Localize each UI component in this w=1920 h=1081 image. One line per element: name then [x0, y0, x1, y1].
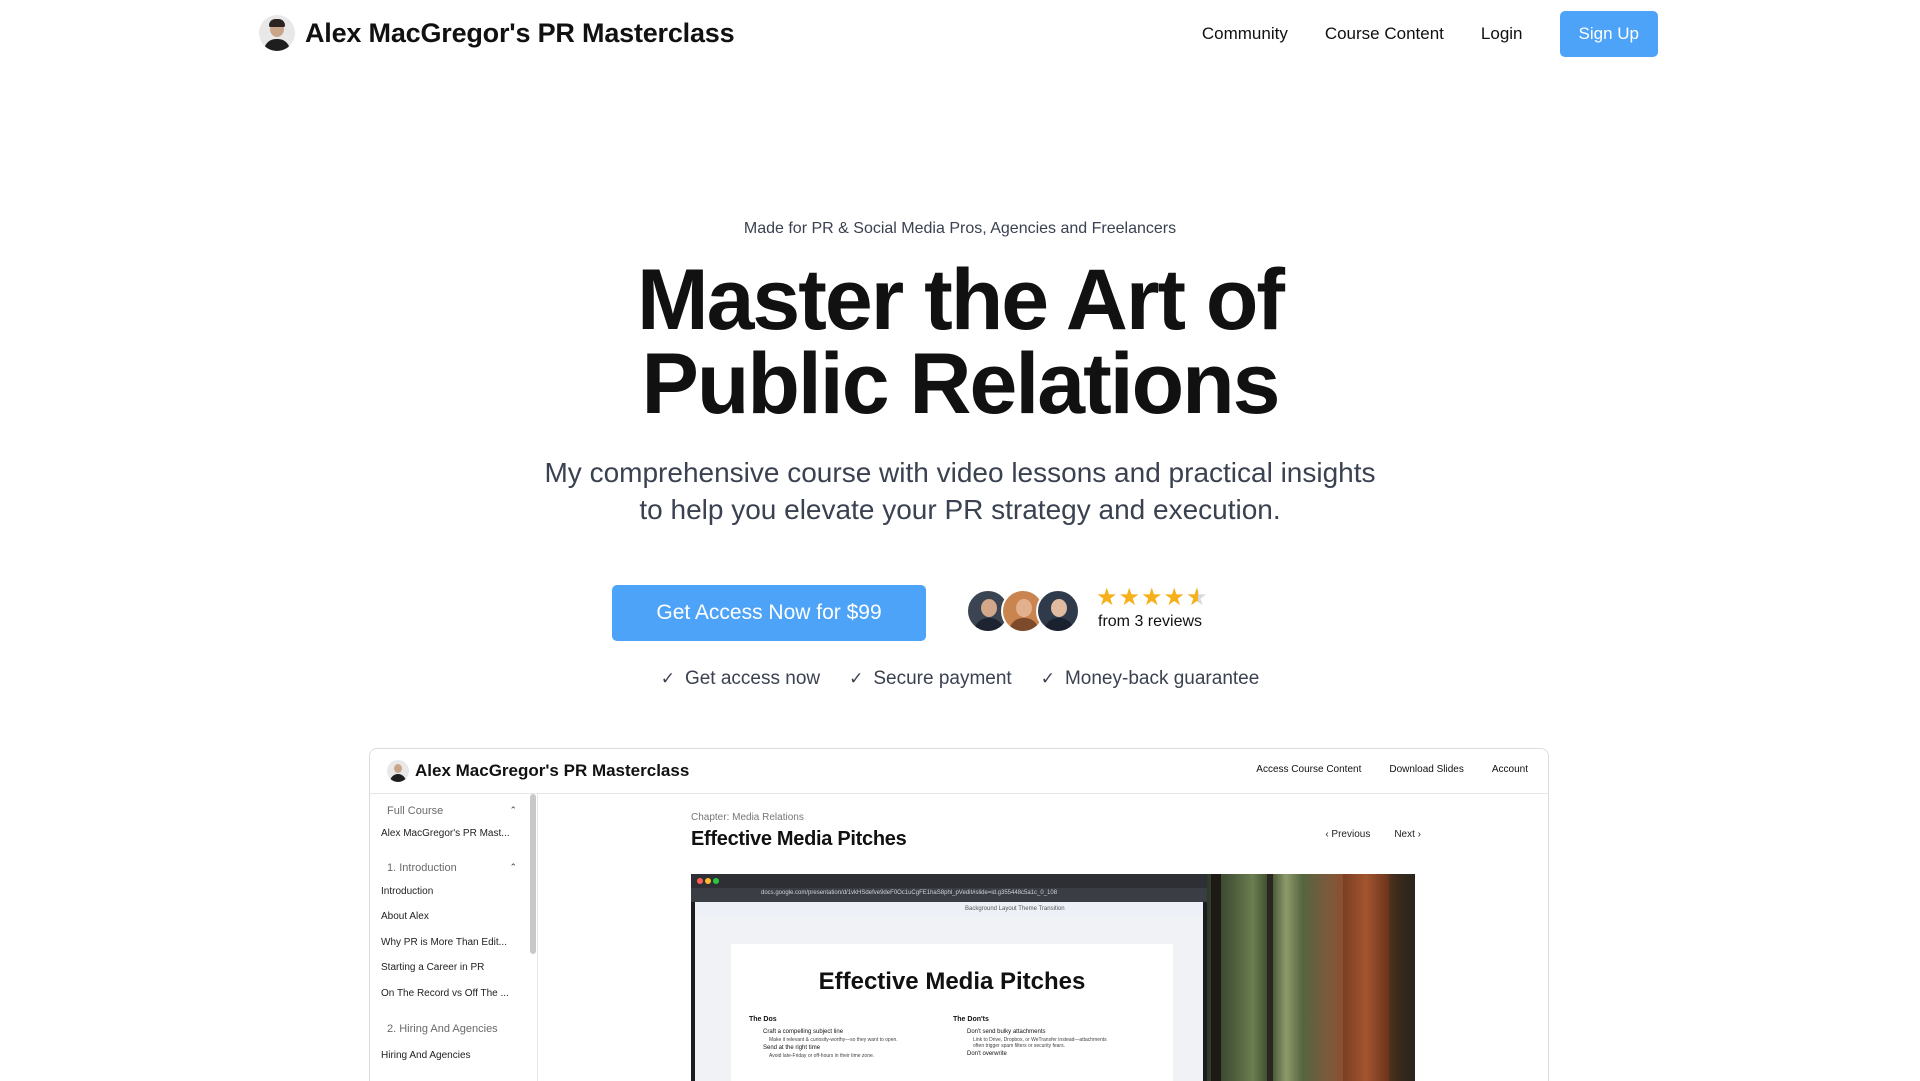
preview-main: Chapter: Media Relations Effective Media… [538, 794, 1548, 1081]
sidebar-item: Introduction [381, 886, 434, 897]
hero-subtitle-line2: to help you elevate your PR strategy and… [639, 494, 1281, 525]
avatar [259, 15, 295, 51]
sidebar-section-title: Full Course [387, 805, 444, 817]
sidebar-item: Starting a Career in PR [381, 962, 485, 973]
brand-title: Alex MacGregor's PR Masterclass [305, 17, 735, 48]
slide-dos-sub: Avoid late-Friday or off-hours in their … [769, 1053, 875, 1059]
nav-community[interactable]: Community [1202, 11, 1288, 57]
chevron-up-icon: ⌃ [509, 862, 517, 872]
preview-nav: Access Course Content Download Slides Ac… [1256, 764, 1528, 775]
feature-item: ✓ Secure payment [849, 668, 1012, 690]
preview-brand-title: Alex MacGregor's PR Masterclass [415, 761, 690, 780]
sidebar-scrollbar [530, 794, 536, 954]
slide-donts-item: Don't overwrite [967, 1051, 1007, 1057]
slide-dos-item: Craft a compelling subject line [763, 1029, 844, 1035]
hero-title-line1: Master the Art of [636, 252, 1285, 348]
feature-item: ✓ Get access now [661, 668, 820, 690]
slide-donts-sub: Link to Drive, Dropbox, or WeTransfer in… [973, 1037, 1107, 1049]
check-icon: ✓ [660, 669, 675, 688]
site-header: Alex MacGregor's PR Masterclass Communit… [0, 0, 1920, 68]
preview-brand: Alex MacGregor's PR Masterclass [387, 760, 689, 782]
reviews-count: from 3 reviews [1098, 613, 1203, 630]
lesson-title: Effective Media Pitches [691, 828, 907, 850]
sidebar-section-title: 2. Hiring And Agencies [387, 1023, 498, 1035]
sidebar-section: 2. Hiring And Agencies [387, 1023, 517, 1035]
rating-stars-icon: ★★★★★ ★ [1096, 584, 1209, 611]
browser-url: docs.google.com/presentation/d/1vkHSdefv… [761, 890, 1058, 896]
sidebar-section-title: 1. Introduction [387, 862, 457, 874]
sidebar-item: Alex MacGregor's PR Mast... [381, 828, 510, 839]
check-icon: ✓ [1040, 669, 1055, 688]
preview-nav-download-slides: Download Slides [1389, 764, 1464, 775]
browser-url-bar: docs.google.com/presentation/d/1vkHSdefv… [691, 888, 1207, 902]
reviewer-avatar [1036, 589, 1080, 633]
slide-donts-item: Don't send bulky attachments [967, 1029, 1046, 1035]
hero-subtitle: My comprehensive course with video lesso… [0, 454, 1920, 528]
forest-background-image [1207, 874, 1415, 1081]
sidebar-section: 1. Introduction ⌃ [387, 862, 517, 874]
top-nav: Community Course Content Login Sign Up [1165, 11, 1658, 57]
previous-link: ‹ Previous [1325, 829, 1371, 840]
slide-title: Effective Media Pitches [818, 968, 1086, 995]
feature-item: ✓ Money-back guarantee [1041, 668, 1260, 690]
lesson-pager: ‹ Previous Next › [1325, 829, 1421, 840]
browser-tab-bar [691, 874, 1207, 888]
course-preview: Alex MacGregor's PR Masterclass Access C… [369, 748, 1549, 1081]
brand-link[interactable]: Alex MacGregor's PR Masterclass [259, 15, 735, 51]
hero-eyebrow: Made for PR & Social Media Pros, Agencie… [743, 220, 1177, 237]
feature-list: ✓ Get access now ✓ Secure payment ✓ Mone… [0, 668, 1920, 690]
preview-header: Alex MacGregor's PR Masterclass Access C… [370, 749, 1548, 794]
feature-label: Money-back guarantee [1064, 668, 1260, 689]
slides-toolbar: Background Layout Theme Transition [695, 902, 1203, 916]
sidebar-item: On The Record vs Off The ... [381, 988, 509, 999]
hero-title: Master the Art of Public Relations [0, 252, 1920, 432]
slide-dos-sub: Make it relevant & curiosity-worthy—so t… [769, 1037, 898, 1043]
sidebar-item: Hiring And Agencies [381, 1050, 471, 1061]
reviewer-avatars [966, 589, 1080, 633]
slide-donts-column: The Don'ts Don't send bulky attachments … [953, 1016, 1113, 1059]
lesson-video: docs.google.com/presentation/d/1vkHSdefv… [691, 874, 1415, 1081]
preview-nav-account: Account [1491, 764, 1528, 775]
preview-nav-access-content: Access Course Content [1256, 764, 1362, 775]
sidebar-item: Why PR is More Than Edit... [381, 937, 507, 948]
hero-title-line2: Public Relations [641, 336, 1280, 432]
slide-dos-column: The Dos Craft a compelling subject line … [749, 1016, 898, 1061]
chapter-label: Chapter: Media Relations [691, 812, 804, 823]
sidebar-item: About Alex [381, 911, 429, 922]
sidebar-section: Full Course ⌃ [387, 805, 517, 817]
nav-login[interactable]: Login [1481, 11, 1523, 57]
hero-subtitle-line1: My comprehensive course with video lesso… [544, 457, 1376, 488]
slide-dos-item: Send at the right time [763, 1045, 821, 1051]
nav-course-content[interactable]: Course Content [1325, 11, 1444, 57]
feature-label: Get access now [684, 668, 821, 689]
preview-sidebar: Full Course ⌃ Alex MacGregor's PR Mast..… [370, 794, 538, 1081]
slide-donts-heading: The Don'ts [953, 1016, 989, 1023]
next-link: Next › [1394, 829, 1421, 840]
chevron-up-icon: ⌃ [509, 805, 517, 815]
slide: Effective Media Pitches The Dos Craft a … [731, 944, 1173, 1081]
feature-label: Secure payment [873, 668, 1012, 689]
get-access-button[interactable]: Get Access Now for $99 [612, 585, 926, 641]
signup-button[interactable]: Sign Up [1559, 11, 1658, 57]
slide-dos-heading: The Dos [749, 1016, 777, 1023]
check-icon: ✓ [849, 669, 864, 688]
avatar [387, 760, 409, 782]
